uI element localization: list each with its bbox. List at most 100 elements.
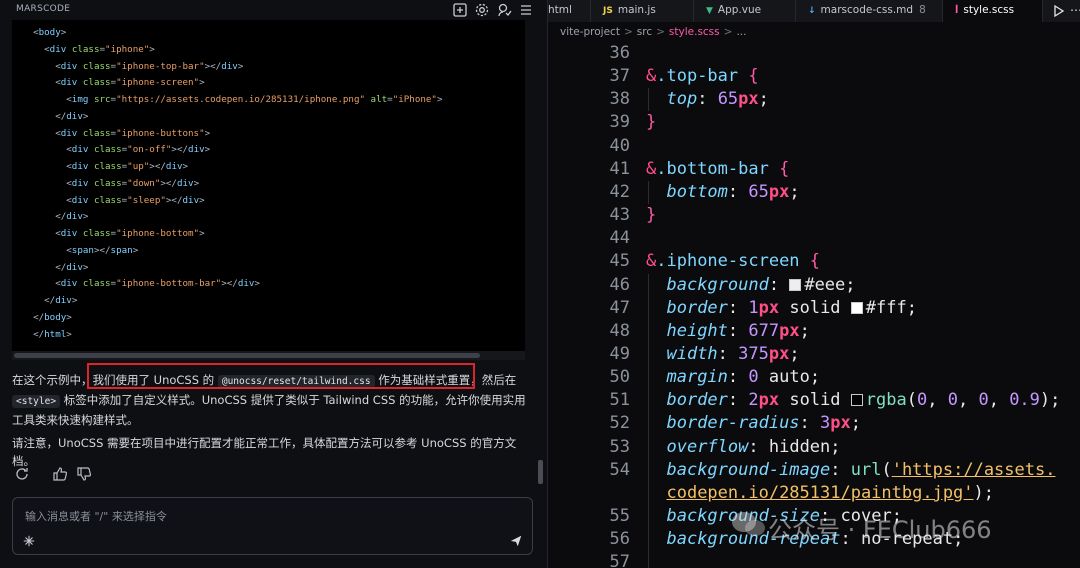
editor-line[interactable]: 53 overflow: hidden;: [548, 436, 1080, 459]
code-token: div: [182, 194, 200, 206]
code-token: "iphone-buttons": [116, 127, 205, 139]
code-token: ></: [171, 144, 189, 156]
code-token: class: [82, 60, 111, 72]
editor-line[interactable]: 46 background: #eee;: [548, 274, 1080, 297]
sparkle-icon[interactable]: [22, 534, 36, 548]
code-line: <span></span>: [22, 243, 443, 260]
brand-label: MARSCODE: [16, 4, 71, 14]
code-token: width: [666, 343, 718, 364]
editor-line[interactable]: 37 &.top-bar {: [548, 65, 1080, 88]
tab-label: style.scss: [963, 4, 1015, 16]
wechat-logo-icon: [732, 512, 765, 536]
line-number: 51: [609, 390, 630, 411]
code-token: >: [82, 110, 89, 122]
editor-line[interactable]: 39}: [548, 111, 1080, 134]
code-token: div: [66, 211, 83, 223]
editor-line[interactable]: 44: [548, 227, 1080, 250]
thumbs-down-icon[interactable]: [76, 466, 92, 482]
tab-html[interactable]: html: [548, 0, 591, 22]
feedback-icon[interactable]: [496, 2, 512, 18]
code-token: >: [204, 144, 211, 156]
code-token: div: [55, 295, 72, 306]
chat-scrollbar-thumb[interactable]: [538, 460, 543, 484]
editor-line[interactable]: 51 border: 2px solid rgba(0, 0, 0, 0.9);: [548, 389, 1080, 412]
code-token: );: [1039, 390, 1061, 411]
breadcrumb-item[interactable]: src: [637, 26, 652, 38]
editor-line[interactable]: 57: [548, 551, 1080, 568]
line-number: 53: [609, 436, 630, 457]
editor-line[interactable]: 43}: [548, 204, 1080, 227]
editor-line[interactable]: 49 width: 375px;: [548, 343, 1080, 366]
editor-line[interactable]: 42 bottom: 65px;: [548, 181, 1080, 204]
scrollbar-thumb[interactable]: [14, 353, 480, 358]
code-token: class: [93, 177, 122, 189]
code-token: >: [436, 94, 443, 105]
code-token: "iphone": [105, 43, 150, 55]
editor-line[interactable]: 45 &.iphone-screen {: [548, 250, 1080, 273]
tab-marscode-css-md[interactable]: ↓ marscode-css.md 8: [796, 0, 943, 22]
editor-line[interactable]: 48 height: 677px;: [548, 320, 1080, 343]
tab-App-vue[interactable]: ▼ App.vue: [694, 0, 796, 22]
code-horizontal-scrollbar[interactable]: [12, 351, 525, 360]
code-token: </: [22, 295, 56, 306]
code-token: ;: [809, 367, 821, 388]
chevron-right-icon: >: [656, 26, 665, 38]
code-token: border: [666, 297, 728, 318]
code-snippet: <body> <div class="iphone"> <div class="…: [12, 20, 525, 360]
code-token: >: [71, 295, 78, 306]
code-token: div: [60, 228, 83, 239]
chat-input[interactable]: 输入消息或者 "/" 来选择指令: [12, 497, 533, 555]
send-icon[interactable]: [509, 534, 523, 548]
code-line: <div class="iphone-buttons">: [22, 126, 443, 143]
code-token: ,: [927, 390, 948, 411]
thumbs-up-icon[interactable]: [52, 466, 68, 482]
code-line: <div class="down"></div>: [22, 176, 443, 193]
code-token: .iphone-screen: [656, 251, 810, 272]
color-swatch-icon[interactable]: [850, 301, 863, 314]
tab-main-js[interactable]: JS main.js: [591, 0, 694, 22]
tab-style-scss[interactable]: ꟾ style.scss: [943, 0, 1043, 22]
code-line: </div>: [22, 109, 443, 126]
editor-line[interactable]: codepen.io/285131/paintbg.jpg');: [548, 482, 1080, 505]
editor-line[interactable]: 50 margin: 0 auto;: [548, 366, 1080, 389]
code-token: 65: [717, 89, 739, 110]
breadcrumb-item[interactable]: ...: [736, 26, 746, 38]
breadcrumb-item[interactable]: style.scss: [669, 26, 720, 38]
editor-line[interactable]: 36: [548, 42, 1080, 65]
editor-line[interactable]: 40: [548, 135, 1080, 158]
editor-line[interactable]: 54 background-image: url('https://assets…: [548, 459, 1080, 482]
editor-line[interactable]: 41 &.bottom-bar {: [548, 158, 1080, 181]
code-token: (: [906, 390, 917, 411]
more-icon[interactable]: ⋯: [1070, 2, 1080, 20]
code-token: #fff: [865, 297, 907, 318]
run-icon[interactable]: [1053, 4, 1065, 18]
code-token: <: [22, 228, 61, 239]
code-token: div: [71, 144, 94, 156]
editor-line[interactable]: 38 top: 65px;: [548, 88, 1080, 111]
line-number: 44: [609, 228, 630, 249]
editor-line[interactable]: 47 border: 1px solid #fff;: [548, 297, 1080, 320]
chat-panel: MARSCODE <body> <div class="iphone"> <di…: [0, 0, 547, 568]
code-token: 0: [947, 390, 958, 411]
code-token: >: [199, 77, 205, 89]
line-content: width: 375px;: [646, 343, 799, 366]
code-token: px: [779, 320, 800, 341]
refresh-icon[interactable]: [14, 466, 30, 482]
code-token: class: [93, 144, 122, 156]
breadcrumb-item[interactable]: vite-project: [560, 26, 620, 38]
menu-icon[interactable]: [518, 2, 534, 18]
new-chat-icon[interactable]: [452, 2, 468, 18]
line-number: 37: [609, 66, 630, 87]
gear-icon[interactable]: [474, 2, 490, 18]
editor-line[interactable]: 52 border-radius: 3px;: [548, 412, 1080, 435]
code-token: ></: [93, 244, 111, 256]
code-token: background-image: [666, 459, 831, 480]
color-swatch-icon[interactable]: [850, 394, 863, 407]
line-content: border: 2px solid rgba(0, 0, 0, 0.9);: [646, 389, 1060, 412]
code-token: ,: [957, 390, 979, 411]
color-swatch-icon[interactable]: [789, 278, 802, 291]
code-token: </: [22, 110, 67, 122]
